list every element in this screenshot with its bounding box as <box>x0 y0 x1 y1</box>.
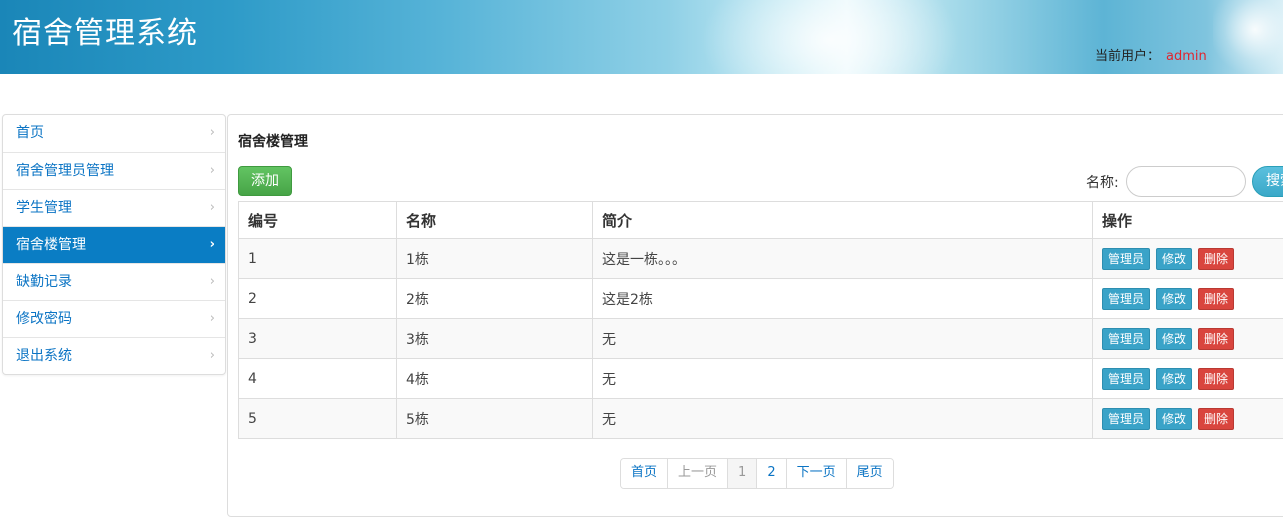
current-user-name: admin <box>1166 49 1207 64</box>
banner-sparkle <box>1213 0 1283 74</box>
manager-button[interactable]: 管理员 <box>1102 247 1151 270</box>
column-header-id: 编号 <box>238 201 397 239</box>
chevron-right-icon: › <box>209 348 215 363</box>
header-banner: 宿舍管理系统 当前用户： admin <box>0 0 1283 74</box>
search-button[interactable]: 搜索 <box>1252 166 1283 197</box>
manager-button[interactable]: 管理员 <box>1102 407 1151 430</box>
pagination-next[interactable]: 下一页 <box>785 459 846 488</box>
sidebar-item-label: 首页 <box>16 125 44 141</box>
buildings-table: 编号 名称 简介 操作 1 1栋 这是一栋。。。 管理员 修改 删除 2 2栋 这是… <box>238 201 1283 439</box>
page-title: 宿舍楼管理 <box>238 134 308 150</box>
delete-button[interactable]: 删除 <box>1198 367 1235 390</box>
table-row: 3 3栋 无 管理员 修改 删除 <box>238 318 1283 359</box>
cell-desc: 无 <box>592 318 1093 359</box>
add-button[interactable]: 添加 <box>238 166 292 196</box>
cell-actions: 管理员 修改 删除 <box>1092 358 1283 399</box>
sidebar-item-students[interactable]: 学生管理 › <box>3 189 225 226</box>
search-input[interactable] <box>1126 166 1246 197</box>
cell-desc: 这是2栋 <box>592 278 1093 319</box>
chevron-right-icon: › <box>209 200 215 215</box>
pagination-last[interactable]: 尾页 <box>845 459 893 488</box>
sidebar-item-label: 宿舍楼管理 <box>16 237 86 253</box>
sidebar-item-home[interactable]: 首页 › <box>3 115 225 152</box>
chevron-right-icon: › <box>209 125 215 140</box>
cell-name: 1栋 <box>396 238 593 279</box>
chevron-right-icon: › <box>209 163 215 178</box>
search-label: 名称: <box>1086 175 1119 191</box>
delete-button[interactable]: 删除 <box>1198 287 1235 310</box>
banner-glow <box>700 0 960 74</box>
column-header-desc: 简介 <box>592 201 1093 239</box>
column-header-name: 名称 <box>396 201 593 239</box>
cell-id: 3 <box>238 318 397 359</box>
pagination-first[interactable]: 首页 <box>621 459 668 488</box>
delete-button[interactable]: 删除 <box>1198 247 1235 270</box>
table-row: 2 2栋 这是2栋 管理员 修改 删除 <box>238 278 1283 319</box>
cell-id: 4 <box>238 358 397 399</box>
table-row: 5 5栋 无 管理员 修改 删除 <box>238 398 1283 439</box>
current-user: 当前用户： admin <box>1095 45 1207 64</box>
pagination: 首页 上一页 1 2 下一页 尾页 <box>620 458 894 489</box>
table-row: 4 4栋 无 管理员 修改 删除 <box>238 358 1283 399</box>
sidebar-nav: 首页 › 宿舍管理员管理 › 学生管理 › 宿舍楼管理 › 缺勤记录 › 修改密… <box>2 114 226 375</box>
edit-button[interactable]: 修改 <box>1156 287 1193 310</box>
edit-button[interactable]: 修改 <box>1156 327 1193 350</box>
sidebar-item-label: 宿舍管理员管理 <box>16 163 114 179</box>
cell-name: 4栋 <box>396 358 593 399</box>
table-row: 1 1栋 这是一栋。。。 管理员 修改 删除 <box>238 238 1283 279</box>
current-user-label: 当前用户： <box>1095 49 1161 64</box>
cell-desc: 无 <box>592 358 1093 399</box>
sidebar-item-label: 退出系统 <box>16 348 72 364</box>
sidebar-item-password[interactable]: 修改密码 › <box>3 300 225 337</box>
pagination-prev[interactable]: 上一页 <box>667 459 728 488</box>
sidebar-item-dorm-admin[interactable]: 宿舍管理员管理 › <box>3 152 225 189</box>
chevron-right-icon: › <box>209 237 215 252</box>
edit-button[interactable]: 修改 <box>1156 247 1193 270</box>
cell-id: 5 <box>238 398 397 439</box>
sidebar-item-label: 修改密码 <box>16 311 72 327</box>
sidebar-item-label: 缺勤记录 <box>16 274 72 290</box>
cell-actions: 管理员 修改 删除 <box>1092 278 1283 319</box>
manager-button[interactable]: 管理员 <box>1102 287 1151 310</box>
cell-actions: 管理员 修改 删除 <box>1092 238 1283 279</box>
cell-id: 2 <box>238 278 397 319</box>
app-title: 宿舍管理系统 <box>12 16 198 51</box>
sidebar-item-absence[interactable]: 缺勤记录 › <box>3 263 225 300</box>
sidebar-item-logout[interactable]: 退出系统 › <box>3 337 225 374</box>
cell-name: 5栋 <box>396 398 593 439</box>
chevron-right-icon: › <box>209 274 215 289</box>
manager-button[interactable]: 管理员 <box>1102 367 1151 390</box>
cell-id: 1 <box>238 238 397 279</box>
delete-button[interactable]: 删除 <box>1198 407 1235 430</box>
column-header-actions: 操作 <box>1092 201 1283 239</box>
edit-button[interactable]: 修改 <box>1156 367 1193 390</box>
sidebar-item-buildings[interactable]: 宿舍楼管理 › <box>3 226 225 263</box>
pagination-page-1[interactable]: 1 <box>727 459 757 488</box>
cell-name: 2栋 <box>396 278 593 319</box>
cell-desc: 无 <box>592 398 1093 439</box>
sidebar-item-label: 学生管理 <box>16 200 72 216</box>
cell-actions: 管理员 修改 删除 <box>1092 318 1283 359</box>
chevron-right-icon: › <box>209 311 215 326</box>
main-panel: 宿舍楼管理 添加 名称: 搜索 编号 名称 简介 操作 1 1栋 这是一栋。。。… <box>227 114 1283 517</box>
cell-desc: 这是一栋。。。 <box>592 238 1093 279</box>
table-header-row: 编号 名称 简介 操作 <box>238 201 1283 239</box>
pagination-page-2[interactable]: 2 <box>756 459 786 488</box>
cell-name: 3栋 <box>396 318 593 359</box>
cell-actions: 管理员 修改 删除 <box>1092 398 1283 439</box>
manager-button[interactable]: 管理员 <box>1102 327 1151 350</box>
delete-button[interactable]: 删除 <box>1198 327 1235 350</box>
edit-button[interactable]: 修改 <box>1156 407 1193 430</box>
